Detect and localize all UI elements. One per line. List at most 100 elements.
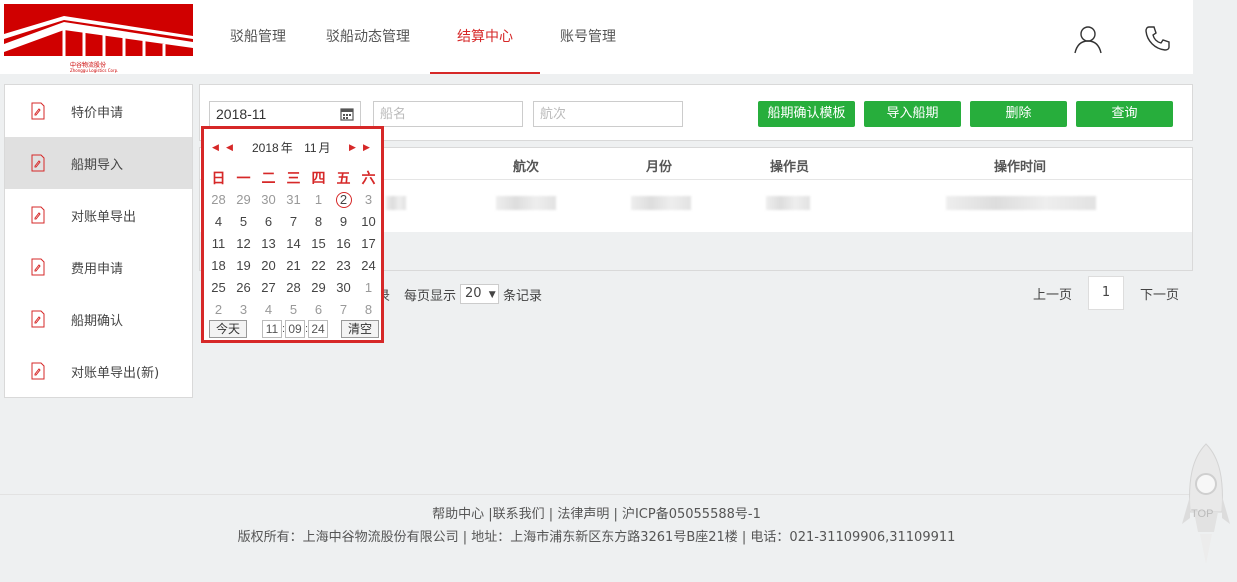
calendar-day[interactable]: 21 [281, 255, 306, 277]
sidebar-item-statement-export[interactable]: 对账单导出 [5, 189, 192, 241]
weekday-label: 一 [236, 170, 251, 186]
calendar-month-suffix: 月 [318, 141, 331, 155]
company-logo[interactable]: 中谷物流股份 Zhonggu Logistics Corp. [4, 4, 193, 74]
calendar-day[interactable]: 26 [231, 277, 256, 299]
calendar-day[interactable]: 13 [256, 233, 281, 255]
calendar-day[interactable]: 12 [231, 233, 256, 255]
calendar-day[interactable]: 8 [306, 211, 331, 233]
prev-month-icon[interactable]: ◀ [226, 142, 233, 153]
clear-button[interactable]: 清空 [341, 320, 379, 338]
calendar-day[interactable]: 28 [206, 189, 231, 211]
next-page-button[interactable]: 下一页 [1140, 284, 1179, 303]
calendar-day[interactable]: 30 [256, 189, 281, 211]
calendar-day[interactable]: 11 [206, 233, 231, 255]
calendar-day[interactable]: 25 [206, 277, 231, 299]
calendar-day[interactable]: 16 [331, 233, 356, 255]
calendar-day[interactable]: 4 [206, 211, 231, 233]
delete-button[interactable]: 删除 [970, 101, 1067, 127]
calendar-day[interactable]: 3 [231, 299, 256, 321]
voyage-input[interactable]: 航次 [533, 101, 683, 127]
nav-settlement-center[interactable]: 结算中心 [430, 0, 540, 74]
calendar-day[interactable]: 20 [256, 255, 281, 277]
nav-barge-dynamics[interactable]: 驳船动态管理 [306, 0, 430, 74]
document-icon [31, 102, 45, 120]
calendar-day[interactable]: 3 [356, 189, 381, 211]
calendar-day[interactable]: 8 [356, 299, 381, 321]
phone-icon[interactable] [1144, 24, 1174, 54]
ship-name-input[interactable]: 船名 [373, 101, 523, 127]
next-month-icon[interactable]: ▶ [349, 142, 356, 153]
calendar-day[interactable]: 7 [331, 299, 356, 321]
per-page-value: 20 [465, 286, 482, 301]
calendar-day[interactable]: 4 [256, 299, 281, 321]
calendar-day[interactable]: 22 [306, 255, 331, 277]
sidebar-item-special-price[interactable]: 特价申请 [5, 85, 192, 137]
redacted-cell [496, 196, 556, 210]
calendar-day[interactable]: 24 [356, 255, 381, 277]
sidebar-item-label: 船期确认 [71, 313, 124, 329]
calendar-day[interactable]: 7 [281, 211, 306, 233]
nav-account-management[interactable]: 账号管理 [540, 0, 636, 74]
today-button[interactable]: 今天 [209, 320, 247, 338]
calendar-day[interactable]: 10 [356, 211, 381, 233]
calendar-day[interactable]: 6 [256, 211, 281, 233]
sidebar-item-schedule-import[interactable]: 船期导入 [5, 137, 192, 189]
user-icon[interactable] [1073, 24, 1103, 54]
calendar-day[interactable]: 15 [306, 233, 331, 255]
sidebar-item-fee-application[interactable]: 费用申请 [5, 241, 192, 293]
prev-page-button[interactable]: 上一页 [1033, 284, 1072, 303]
calendar-week: 2 3 4 5 6 7 8 [206, 299, 383, 321]
month-input[interactable]: 2018-11 [209, 101, 361, 127]
redacted-cell [766, 196, 810, 210]
per-page-label: 每页显示 [404, 288, 457, 304]
calendar-day[interactable]: 29 [306, 277, 331, 299]
calendar-icon[interactable] [340, 107, 354, 121]
calendar-day[interactable]: 9 [331, 211, 356, 233]
hour-field[interactable]: 11 [262, 320, 282, 338]
calendar-day[interactable]: 5 [231, 211, 256, 233]
second-field[interactable]: 24 [308, 320, 328, 338]
calendar-week: 11 12 13 14 15 16 17 [206, 233, 383, 255]
calendar-day[interactable]: 30 [331, 277, 356, 299]
next-year-icon[interactable]: ▶ [363, 142, 370, 153]
sidebar-item-schedule-confirm[interactable]: 船期确认 [5, 293, 192, 345]
query-button[interactable]: 查询 [1076, 101, 1173, 127]
calendar-day[interactable]: 1 [306, 189, 331, 211]
weekday-label: 四 [311, 170, 326, 186]
calendar-day[interactable]: 2 [206, 299, 231, 321]
calendar-header: ◀ ◀ 2018 年 11 月 ▶ ▶ [204, 139, 381, 155]
sidebar-item-label: 船期导入 [71, 157, 124, 173]
sidebar: 特价申请 船期导入 对账单导出 费用申请 船期确认 对账单导出(新) [4, 84, 193, 398]
footer-links[interactable]: 帮助中心 |联系我们 | 法律声明 | 沪ICP备05055588号-1 [0, 503, 1193, 522]
calendar-day[interactable]: 29 [231, 189, 256, 211]
logo-subtitle: Zhonggu Logistics Corp. [70, 68, 119, 73]
calendar-day[interactable]: 17 [356, 233, 381, 255]
current-page[interactable]: 1 [1087, 276, 1124, 310]
calendar-day[interactable]: 6 [306, 299, 331, 321]
nav-barge-management[interactable]: 驳船管理 [210, 0, 306, 74]
minute-field[interactable]: 09 [285, 320, 305, 338]
calendar-day[interactable]: 1 [356, 277, 381, 299]
back-to-top-rocket-icon[interactable]: TOP [1180, 440, 1232, 568]
pagination: 上一页 1 下一页 [1033, 276, 1179, 310]
calendar-day[interactable]: 28 [281, 277, 306, 299]
calendar-month[interactable]: 11 [304, 141, 316, 155]
sidebar-item-statement-export-new[interactable]: 对账单导出(新) [5, 345, 192, 397]
calendar-day[interactable]: 19 [231, 255, 256, 277]
calendar-day[interactable]: 31 [281, 189, 306, 211]
calendar-day[interactable]: 23 [331, 255, 356, 277]
prev-year-icon[interactable]: ◀ [212, 142, 219, 153]
calendar-day-today[interactable]: 2 [331, 189, 356, 211]
confirm-template-button[interactable]: 船期确认模板 [758, 101, 855, 127]
document-icon [31, 362, 45, 380]
redacted-cell [631, 196, 691, 210]
col-operation-time: 操作时间 [994, 160, 1047, 175]
calendar-day[interactable]: 5 [281, 299, 306, 321]
calendar-year[interactable]: 2018 [252, 141, 279, 155]
calendar-day[interactable]: 27 [256, 277, 281, 299]
calendar-day[interactable]: 18 [206, 255, 231, 277]
calendar-day[interactable]: 14 [281, 233, 306, 255]
per-page-select[interactable]: 20 ▼ [460, 284, 500, 304]
import-schedule-button[interactable]: 导入船期 [864, 101, 961, 127]
month-input-value: 2018-11 [216, 106, 267, 122]
